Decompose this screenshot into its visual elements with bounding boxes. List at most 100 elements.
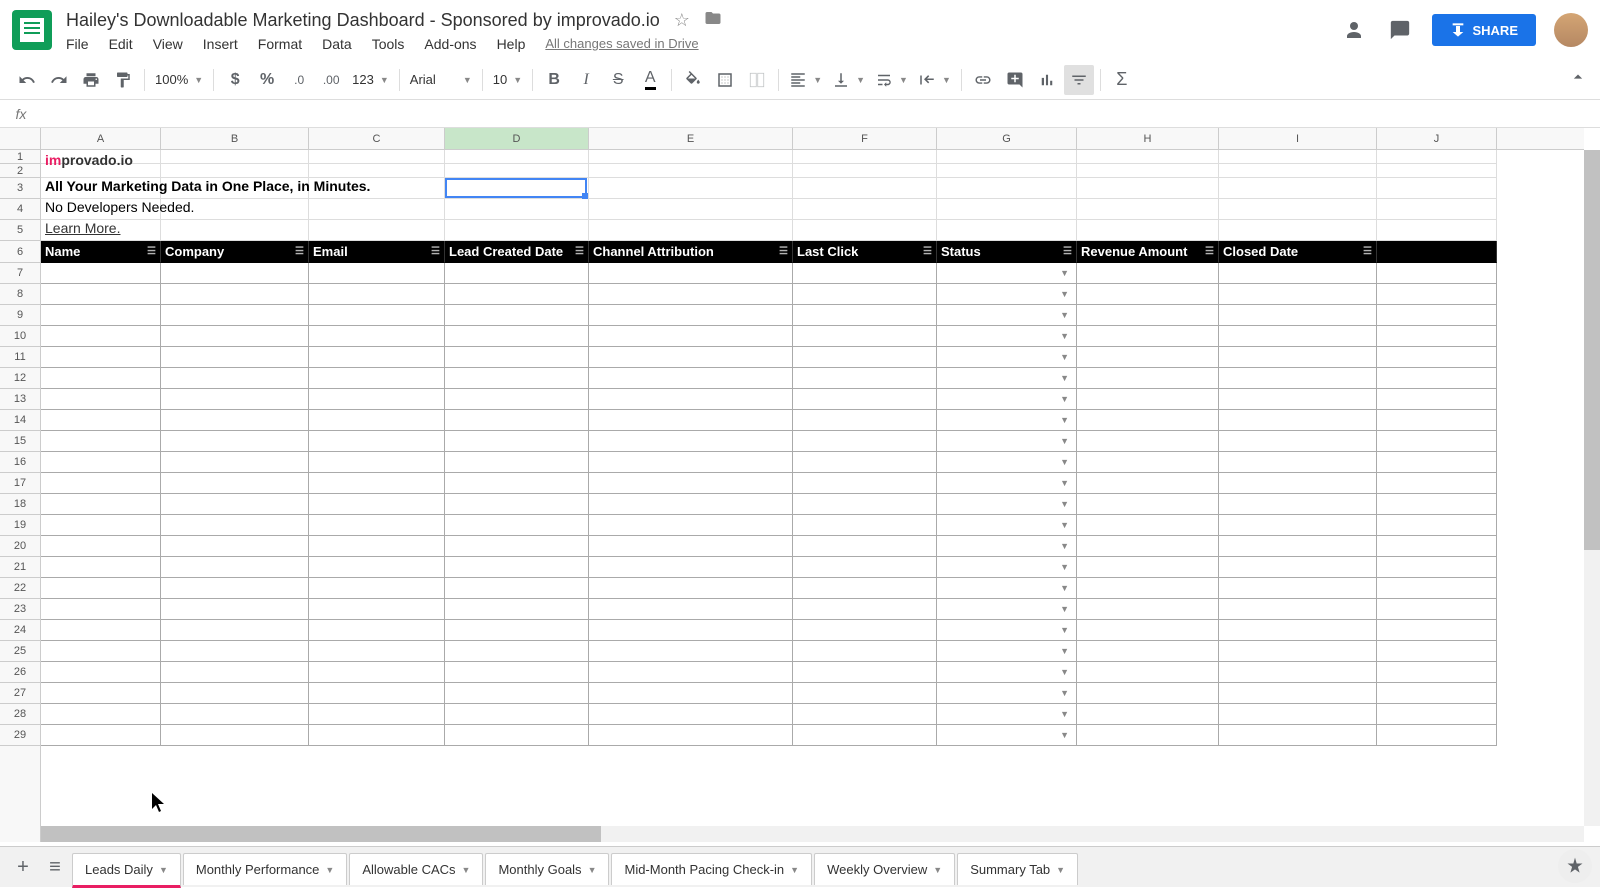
cell[interactable] [41,599,161,620]
cell[interactable] [309,725,445,746]
cell[interactable] [937,220,1077,241]
row-header-3[interactable]: 3 [0,178,40,199]
cell[interactable]: ▼ [937,368,1077,389]
dropdown-arrow-icon[interactable]: ▼ [1060,373,1072,383]
cell[interactable] [309,578,445,599]
filter-icon[interactable]: ☰ [431,246,440,257]
cell[interactable]: ▼ [937,641,1077,662]
cell[interactable]: ▼ [937,389,1077,410]
dropdown-arrow-icon[interactable]: ▼ [1060,289,1072,299]
cell[interactable] [309,263,445,284]
cell[interactable] [793,620,937,641]
dropdown-arrow-icon[interactable]: ▼ [1060,667,1072,677]
cell[interactable] [309,620,445,641]
cell[interactable] [1077,494,1219,515]
cell[interactable] [793,515,937,536]
cell[interactable] [161,452,309,473]
cell[interactable] [1077,473,1219,494]
cell[interactable] [445,662,589,683]
filter-icon[interactable]: ☰ [779,246,788,257]
cell[interactable]: ▼ [937,599,1077,620]
cell[interactable] [41,347,161,368]
cell[interactable]: ▼ [937,620,1077,641]
cell[interactable]: ▼ [937,473,1077,494]
cell[interactable] [1377,473,1497,494]
cell[interactable] [309,431,445,452]
vertical-align-dropdown[interactable]: ▼ [828,66,869,94]
cell[interactable] [1077,347,1219,368]
cell[interactable] [793,704,937,725]
row-header-21[interactable]: 21 [0,557,40,578]
cell[interactable] [589,410,793,431]
currency-button[interactable]: $ [220,65,250,95]
star-icon[interactable]: ☆ [674,10,690,31]
row-header-6[interactable]: 6 [0,241,40,263]
cell[interactable]: ▼ [937,515,1077,536]
cell[interactable] [589,164,793,178]
row-header-17[interactable]: 17 [0,473,40,494]
cell[interactable] [161,389,309,410]
cell[interactable] [445,536,589,557]
cell[interactable] [937,199,1077,220]
table-header-revenue-amount[interactable]: Revenue Amount☰ [1077,241,1219,263]
cell[interactable] [793,305,937,326]
print-button[interactable] [76,65,106,95]
add-sheet-button[interactable]: + [8,852,38,882]
insert-comment-button[interactable] [1000,65,1030,95]
cell[interactable] [1219,473,1377,494]
user-avatar[interactable] [1554,13,1588,47]
cell[interactable] [1077,662,1219,683]
cell[interactable] [793,150,937,164]
table-header-company[interactable]: Company☰ [161,241,309,263]
filter-icon[interactable]: ☰ [575,246,584,257]
cell[interactable] [41,368,161,389]
cell[interactable] [1077,410,1219,431]
cell[interactable] [1077,263,1219,284]
cell[interactable] [1219,199,1377,220]
menu-edit[interactable]: Edit [109,36,133,52]
cell[interactable]: ▼ [937,683,1077,704]
dropdown-arrow-icon[interactable]: ▼ [1060,331,1072,341]
cell[interactable] [589,557,793,578]
cell[interactable] [1377,662,1497,683]
cell[interactable] [1219,284,1377,305]
cell[interactable] [161,220,309,241]
cell[interactable] [1077,536,1219,557]
table-header-closed-date[interactable]: Closed Date☰ [1219,241,1377,263]
cell[interactable] [1377,431,1497,452]
cell[interactable] [1219,536,1377,557]
cell[interactable] [161,704,309,725]
cell[interactable] [1377,164,1497,178]
font-family-dropdown[interactable]: Arial▼ [406,66,476,94]
dropdown-arrow-icon[interactable]: ▼ [1060,604,1072,614]
cell[interactable] [41,473,161,494]
cell[interactable] [161,578,309,599]
cell[interactable]: ▼ [937,305,1077,326]
cell[interactable] [1077,578,1219,599]
row-header-14[interactable]: 14 [0,410,40,431]
dropdown-arrow-icon[interactable]: ▼ [1060,499,1072,509]
cell[interactable] [1219,263,1377,284]
cell[interactable] [793,410,937,431]
dropdown-arrow-icon[interactable]: ▼ [1060,352,1072,362]
cell[interactable] [445,305,589,326]
cell[interactable] [1077,389,1219,410]
cell[interactable] [1377,410,1497,431]
cell[interactable] [309,305,445,326]
cell[interactable] [1377,557,1497,578]
cell[interactable] [41,452,161,473]
dropdown-arrow-icon[interactable]: ▼ [1060,415,1072,425]
cell[interactable] [1377,347,1497,368]
cell[interactable] [1377,515,1497,536]
cell[interactable] [1377,368,1497,389]
sheet-tab-monthly-goals[interactable]: Monthly Goals▼ [485,853,609,885]
cell[interactable] [589,220,793,241]
save-status[interactable]: All changes saved in Drive [545,36,698,51]
cell[interactable] [1077,368,1219,389]
cell[interactable] [445,557,589,578]
cell[interactable] [1377,620,1497,641]
filter-icon[interactable]: ☰ [1205,246,1214,257]
cell[interactable] [1219,725,1377,746]
cell[interactable] [309,199,445,220]
cell[interactable] [309,389,445,410]
